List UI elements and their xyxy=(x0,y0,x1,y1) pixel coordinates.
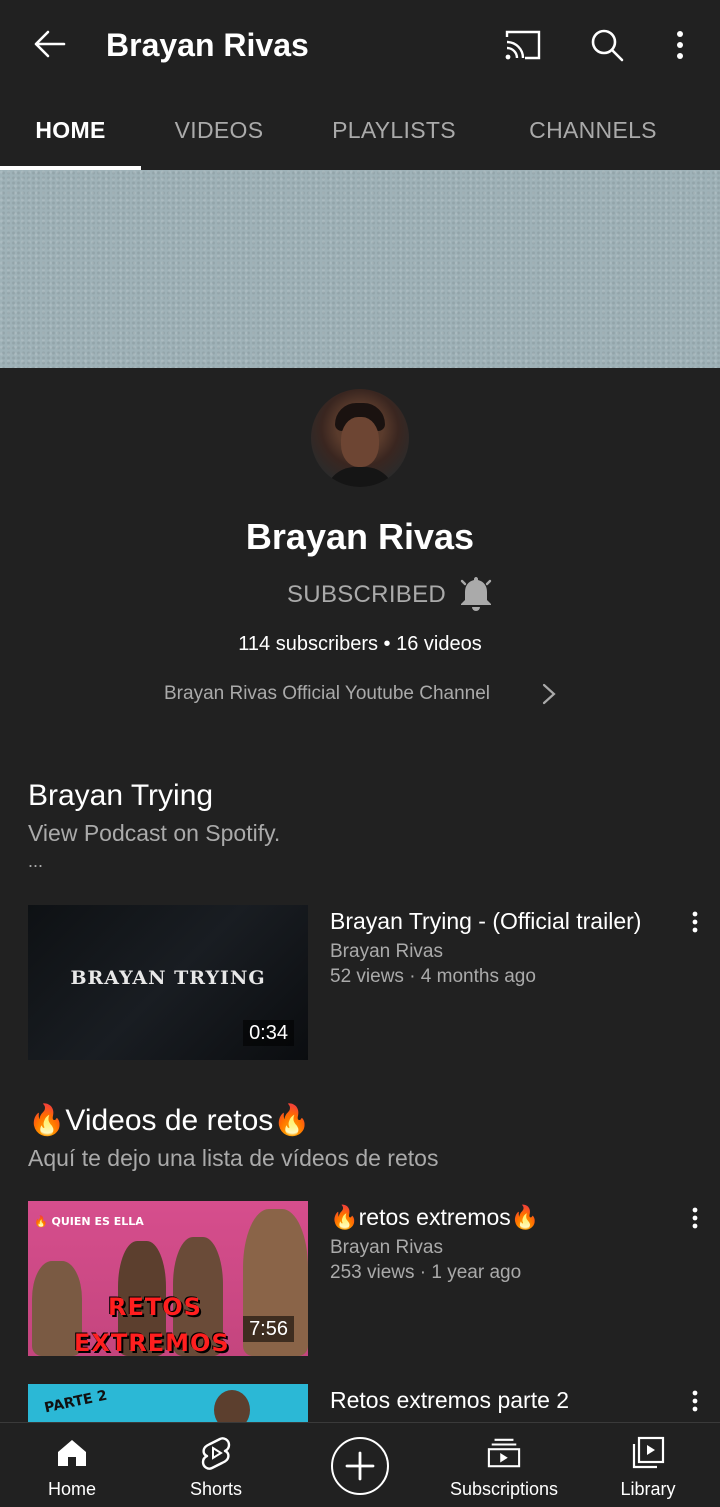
video-title[interactable]: Retos extremos parte 2 xyxy=(330,1384,569,1416)
video-thumbnail[interactable]: PARTE 2 xyxy=(28,1384,308,1422)
thumbnail-label: 🔥 QUIEN ES ELLA xyxy=(34,1215,144,1228)
video-channel: Brayan Rivas xyxy=(330,941,443,962)
subscribed-button[interactable]: SUBSCRIBED xyxy=(287,578,446,612)
nav-home[interactable]: Home xyxy=(32,1423,112,1507)
video-item[interactable]: 🔥 QUIEN ES ELLA RETOS EXTREMOS 7:56 🔥ret… xyxy=(0,1201,720,1361)
nav-label: Home xyxy=(47,1479,96,1499)
tab-channels[interactable]: CHANNELS xyxy=(500,90,686,170)
more-vertical-icon xyxy=(692,1390,698,1412)
video-more-button[interactable] xyxy=(680,1201,710,1235)
nav-label: Library xyxy=(620,1479,676,1499)
notification-bell-button[interactable] xyxy=(456,573,496,613)
nav-library[interactable]: Library xyxy=(608,1423,688,1507)
create-button[interactable] xyxy=(331,1437,389,1495)
chevron-right-icon xyxy=(542,683,556,705)
avatar[interactable] xyxy=(311,389,409,487)
back-button[interactable] xyxy=(26,24,72,64)
nav-shorts[interactable]: Shorts xyxy=(176,1423,256,1507)
thumbnail-label: PARTE 2 xyxy=(43,1387,109,1417)
thumbnail-text: BRAYAN TRYING xyxy=(70,967,266,989)
video-channel: Brayan Rivas xyxy=(330,1237,443,1258)
channel-stats: 114 subscribers • 16 videos xyxy=(238,633,482,655)
channel-description-row[interactable]: Brayan Rivas Official Youtube Channel xyxy=(0,679,720,709)
video-thumbnail[interactable]: BRAYAN TRYING 0:34 xyxy=(28,905,308,1060)
video-thumbnail[interactable]: 🔥 QUIEN ES ELLA RETOS EXTREMOS 7:56 xyxy=(28,1201,308,1356)
search-button[interactable] xyxy=(584,22,630,68)
subscriptions-icon xyxy=(487,1436,521,1470)
video-duration: 7:56 xyxy=(243,1316,294,1342)
cast-icon xyxy=(505,30,541,60)
thumbnail-word: RETOS xyxy=(108,1293,202,1321)
channel-description: Brayan Rivas Official Youtube Channel xyxy=(164,683,491,704)
more-vertical-icon xyxy=(677,31,683,59)
cast-button[interactable] xyxy=(500,22,546,68)
tab-videos[interactable]: VIDEOS xyxy=(150,90,288,170)
nav-label: Shorts xyxy=(189,1479,243,1499)
nav-label: Subscriptions xyxy=(449,1479,559,1499)
section-title: 🔥Videos de retos🔥 xyxy=(28,1104,311,1137)
library-icon xyxy=(631,1436,665,1470)
section-subtitle: View Podcast on Spotify. xyxy=(28,820,281,846)
section-title: Brayan Trying xyxy=(28,779,214,812)
video-more-button[interactable] xyxy=(680,905,710,939)
tab-home[interactable]: HOME xyxy=(0,90,141,170)
search-icon xyxy=(591,29,624,62)
shorts-icon xyxy=(199,1436,233,1470)
section-subtitle: Aquí te dejo una lista de vídeos de reto… xyxy=(28,1145,439,1171)
video-item[interactable]: BRAYAN TRYING 0:34 Brayan Trying - (Offi… xyxy=(0,905,720,1065)
video-meta: 253 views · 1 year ago xyxy=(330,1262,522,1283)
top-app-bar: Brayan Rivas xyxy=(0,0,720,90)
video-title[interactable]: 🔥retos extremos🔥 xyxy=(330,1201,539,1233)
nav-subscriptions[interactable]: Subscriptions xyxy=(444,1423,564,1507)
bottom-navigation: Home Shorts Subscriptions Library xyxy=(0,1422,720,1507)
video-meta: 52 views · 4 months ago xyxy=(330,966,536,987)
video-title[interactable]: Brayan Trying - (Official trailer) xyxy=(330,905,641,937)
tab-playlists[interactable]: PLAYLISTS xyxy=(300,90,488,170)
create-plus-icon xyxy=(345,1451,375,1481)
page-title: Brayan Rivas xyxy=(106,27,309,63)
more-vertical-icon xyxy=(692,911,698,933)
video-item[interactable]: PARTE 2 Retos extremos parte 2 xyxy=(0,1384,720,1422)
channel-name: Brayan Rivas xyxy=(245,516,475,557)
thumbnail-word: EXTREMOS xyxy=(74,1329,230,1356)
bell-icon xyxy=(460,577,492,611)
arrow-left-icon xyxy=(34,30,66,58)
channel-banner xyxy=(0,170,720,368)
home-icon xyxy=(55,1436,89,1470)
channel-tabs: HOME VIDEOS PLAYLISTS CHANNELS xyxy=(0,90,720,170)
section-subtitle-more[interactable]: ... xyxy=(28,846,43,876)
video-more-button[interactable] xyxy=(680,1384,710,1418)
more-options-button[interactable] xyxy=(660,22,700,68)
video-duration: 0:34 xyxy=(243,1020,294,1046)
more-vertical-icon xyxy=(692,1207,698,1229)
